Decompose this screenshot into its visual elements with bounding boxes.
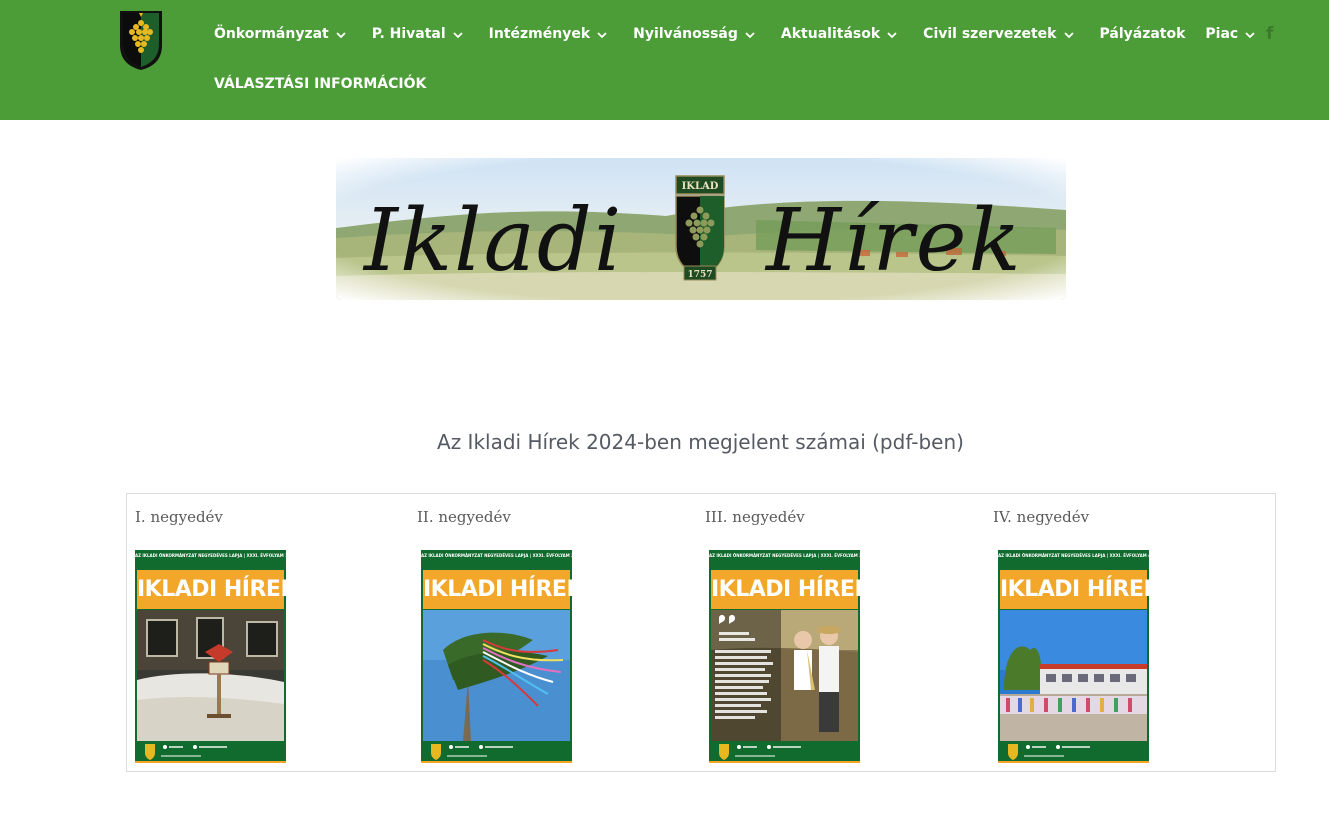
site-header: Önkormányzat P. Hivatal Intézmények Nyil…	[0, 0, 1329, 120]
banner-crest: IKLAD 1757	[675, 175, 725, 281]
banner-word-left: Ikladi	[362, 191, 623, 291]
chevron-down-icon	[745, 32, 755, 39]
nav-item-palyazatok[interactable]: Pályázatok	[1100, 26, 1186, 42]
chevron-down-icon	[887, 32, 897, 39]
cover-header-text: AZ IKLADI ÖNKORMÁNYZAT NEGYEDÉVES LAPJA …	[709, 553, 860, 558]
nav-item-onkormanyzat[interactable]: Önkormányzat	[214, 26, 346, 42]
cover-photo-maypole	[423, 610, 570, 741]
issue-cover-q4[interactable]: AZ IKLADI ÖNKORMÁNYZAT NEGYEDÉVES LAPJA …	[998, 550, 1149, 763]
cover-title: IKLADI HÍREK	[1000, 570, 1149, 609]
cover-title: IKLADI HÍREK	[137, 570, 286, 609]
crest-top-text: IKLAD	[682, 181, 719, 192]
nav-item-label: Civil szervezetek	[923, 26, 1057, 42]
nav-item-nyilvanossag[interactable]: Nyilvánosság	[633, 26, 755, 42]
chevron-down-icon	[453, 32, 463, 39]
chevron-down-icon	[336, 32, 346, 39]
chevron-down-icon	[597, 32, 607, 39]
cover-footer	[421, 741, 572, 763]
cover-photo-school-crowd	[1000, 610, 1147, 741]
nav-item-p-hivatal[interactable]: P. Hivatal	[372, 26, 463, 42]
chevron-down-icon	[1063, 32, 1074, 39]
secondary-nav: VÁLASZTÁSI INFORMÁCIÓK	[214, 72, 426, 96]
crest-bottom-text: 1757	[687, 270, 712, 280]
quarter-label-q1: I. negyedév	[135, 508, 223, 526]
nav-item-label: Nyilvánosság	[633, 26, 738, 42]
quarter-label-q4: IV. negyedév	[993, 508, 1090, 526]
cover-footer	[709, 741, 860, 763]
ikladi-hirek-banner: Ikladi Hírek IKLAD 1757	[336, 158, 1066, 300]
cover-header-text: AZ IKLADI ÖNKORMÁNYZAT NEGYEDÉVES LAPJA …	[421, 553, 572, 558]
main-nav: Önkormányzat P. Hivatal Intézmények Nyil…	[214, 22, 1255, 46]
banner-word-right: Hírek	[764, 191, 1023, 291]
cover-photo-harvest-children	[711, 610, 858, 741]
page-heading: Az Ikladi Hírek 2024-ben megjelent száma…	[437, 430, 964, 454]
nav-item-intezmenyek[interactable]: Intézmények	[489, 26, 608, 42]
cover-title: IKLADI HÍREK	[423, 570, 572, 609]
nav-item-label: P. Hivatal	[371, 26, 446, 42]
nav-item-label: VÁLASZTÁSI INFORMÁCIÓK	[214, 76, 427, 92]
nav-item-label: Piac	[1205, 26, 1239, 42]
nav-item-label: Intézmények	[488, 26, 591, 42]
nav-item-civil-szervezetek[interactable]: Civil szervezetek	[923, 26, 1074, 42]
issues-table: I. negyedév AZ IKLADI ÖNKORMÁNYZAT NEGYE…	[126, 493, 1276, 772]
facebook-icon[interactable]: f	[1266, 24, 1280, 44]
cover-footer	[998, 741, 1149, 763]
nav-item-valasztasi-informaciok[interactable]: VÁLASZTÁSI INFORMÁCIÓK	[214, 76, 426, 92]
nav-item-label: Pályázatok	[1099, 26, 1186, 42]
issue-cover-q3[interactable]: AZ IKLADI ÖNKORMÁNYZAT NEGYEDÉVES LAPJA …	[709, 550, 860, 763]
nav-item-aktualitasok[interactable]: Aktualitások	[781, 26, 897, 42]
cover-footer	[135, 741, 286, 763]
cover-title: IKLADI HÍREK	[711, 570, 860, 609]
cover-header-text: AZ IKLADI ÖNKORMÁNYZAT NEGYEDÉVES LAPJA …	[135, 553, 286, 558]
nav-item-label: Önkormányzat	[214, 26, 329, 42]
chevron-down-icon	[1245, 32, 1255, 39]
quarter-label-q2: II. negyedév	[417, 508, 511, 526]
cover-header-text: AZ IKLADI ÖNKORMÁNYZAT NEGYEDÉVES LAPJA …	[998, 553, 1149, 558]
quarter-label-q3: III. negyedév	[705, 508, 805, 526]
issue-cover-q2[interactable]: AZ IKLADI ÖNKORMÁNYZAT NEGYEDÉVES LAPJA …	[421, 550, 572, 763]
coat-of-arms-logo[interactable]	[118, 9, 164, 71]
nav-item-piac[interactable]: Piac	[1205, 26, 1255, 42]
nav-item-label: Aktualitások	[780, 26, 881, 42]
issue-cover-q1[interactable]: AZ IKLADI ÖNKORMÁNYZAT NEGYEDÉVES LAPJA …	[135, 550, 286, 763]
cover-photo-birdhouse	[137, 610, 284, 741]
